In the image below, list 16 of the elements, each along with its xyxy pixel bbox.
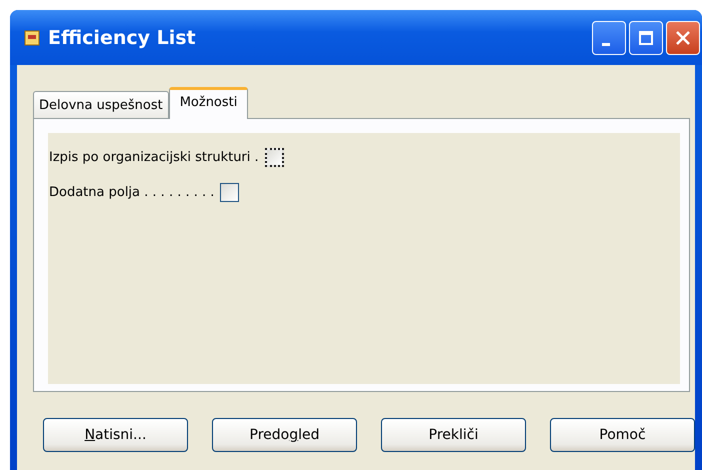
option-label: Izpis po organizacijski strukturi .: [49, 150, 259, 165]
dialog-button[interactable]: Pomoč: [550, 418, 695, 452]
close-button[interactable]: [666, 20, 700, 54]
maximize-button[interactable]: [629, 20, 663, 54]
window-title: Efficiency List: [48, 26, 197, 48]
minimize-button[interactable]: [592, 20, 626, 54]
tab[interactable]: Delovna uspešnost: [33, 91, 169, 118]
minimize-icon: [602, 43, 610, 46]
dialog-button[interactable]: Predogled: [212, 418, 357, 452]
checkbox[interactable]: [264, 148, 284, 167]
option-label: Dodatna polja . . . . . . . . .: [49, 185, 214, 200]
dialog-button[interactable]: Natisni...: [43, 418, 188, 452]
app-icon: [24, 30, 40, 46]
checkbox[interactable]: [220, 183, 240, 202]
tab[interactable]: Možnosti: [168, 87, 248, 119]
dialog-button[interactable]: Prekliči: [381, 418, 526, 452]
